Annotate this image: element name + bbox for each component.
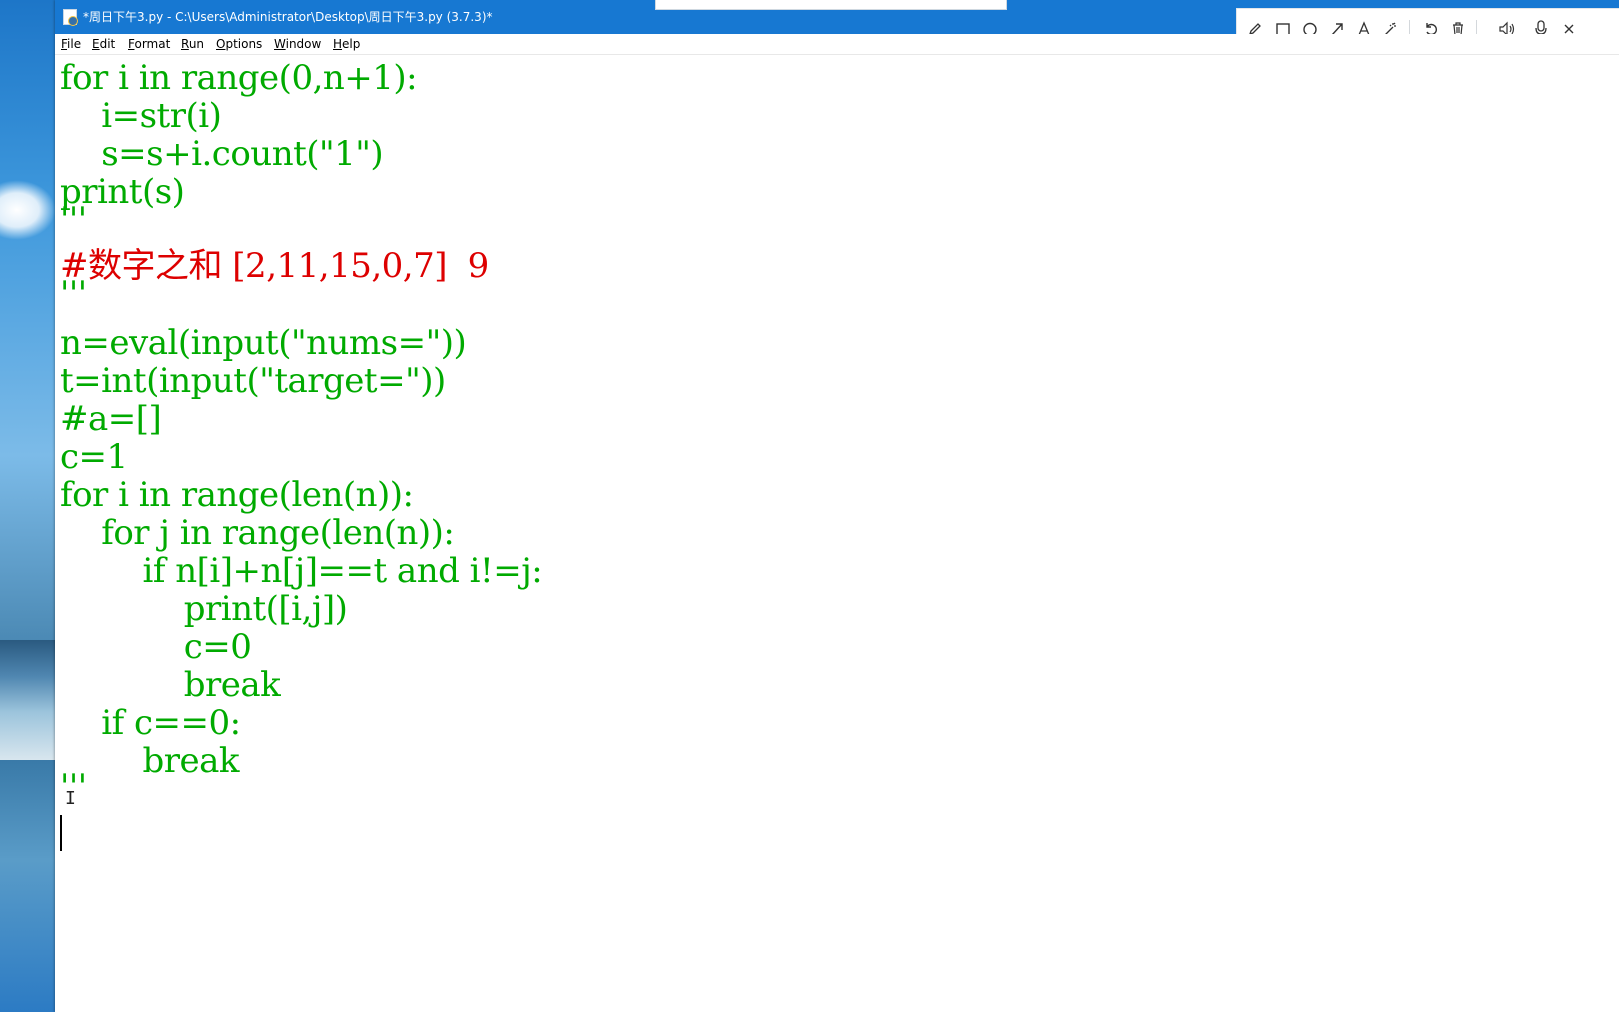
title-drop-zone — [655, 0, 1007, 10]
menu-file-rest: ile — [67, 37, 82, 51]
code-line: n=eval(input("nums=")) — [60, 323, 467, 363]
code-editor[interactable]: for i in range(0,n+1): i=str(i) s=s+i.co… — [55, 55, 1619, 1012]
code-line: for i in range(len(n)): — [60, 475, 414, 515]
menu-help-rest: elp — [342, 37, 361, 51]
wallpaper-cloud — [0, 180, 56, 240]
code-line: for i in range(0,n+1): — [60, 58, 418, 98]
code-line: c=0 — [60, 627, 252, 667]
idle-editor-window: *周日下午3.py - C:\Users\Administrator\Deskt… — [55, 0, 1619, 1012]
code-line: if n[i]+n[j]==t and i!=j: — [60, 551, 543, 591]
menu-window-rest: indow — [285, 37, 322, 51]
code-line: #数字之和 [2,11,15,0,7] 9 — [60, 246, 489, 286]
menu-options-rest: ptions — [225, 37, 263, 51]
code-line: c=1 — [60, 437, 128, 477]
code-line: ''' — [60, 274, 87, 314]
menu-options[interactable]: Options — [216, 36, 262, 52]
code-line: #a=[] — [60, 399, 162, 439]
code-line: s=s+i.count("1") — [60, 134, 384, 174]
code-line: break — [60, 741, 239, 781]
insertion-caret — [60, 815, 62, 851]
menu-format[interactable]: Format — [128, 36, 170, 52]
menu-help[interactable]: Help — [333, 36, 360, 52]
window-title: *周日下午3.py - C:\Users\Administrator\Deskt… — [83, 10, 493, 24]
code-line: if c==0: — [60, 703, 241, 743]
menu-bar: File Edit Format Run Options Window Help — [55, 34, 1619, 55]
python-file-icon — [63, 9, 78, 26]
menu-edit[interactable]: Edit — [92, 36, 115, 52]
menu-edit-rest: dit — [99, 37, 116, 51]
code-line: i=str(i) — [60, 96, 222, 136]
menu-format-rest: ormat — [134, 37, 171, 51]
menu-run-rest: un — [188, 37, 205, 51]
text-cursor-ibeam: I — [65, 788, 76, 809]
code-line: break — [60, 665, 281, 705]
code-line: print([i,j]) — [60, 589, 348, 629]
code-line: t=int(input("target=")) — [60, 361, 446, 401]
menu-run[interactable]: Run — [181, 36, 204, 52]
menu-file[interactable]: File — [61, 36, 81, 52]
code-line: for j in range(len(n)): — [60, 513, 455, 553]
wallpaper-sea — [0, 640, 56, 760]
menu-window[interactable]: Window — [274, 36, 321, 52]
code-line: ''' — [60, 200, 87, 240]
